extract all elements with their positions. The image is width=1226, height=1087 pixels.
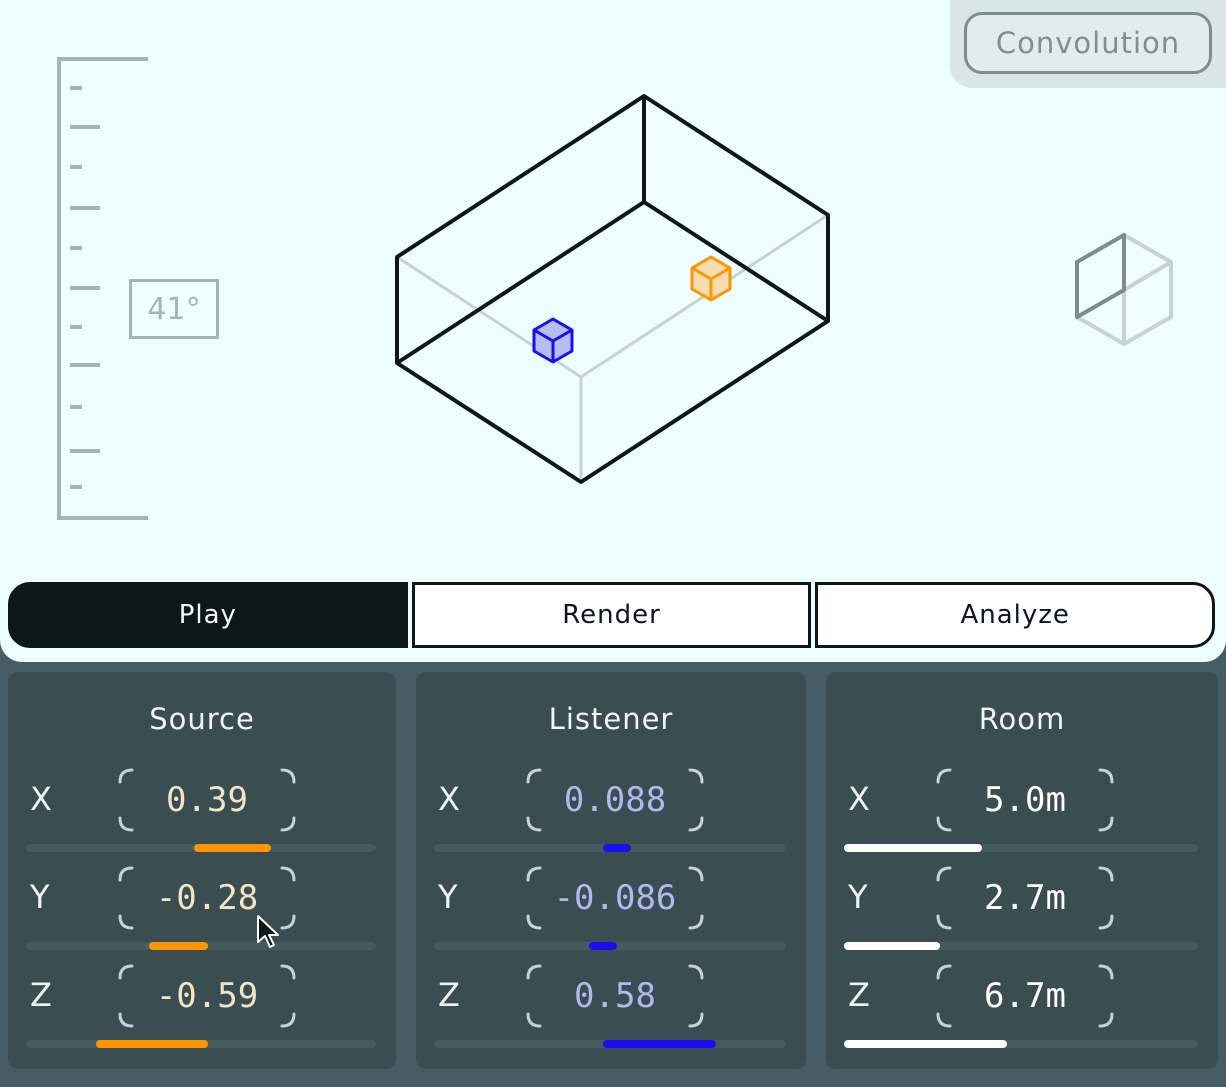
slider-fill[interactable]	[844, 844, 983, 852]
listener-z-control[interactable]: Z 0.58	[416, 964, 806, 1068]
axis-label: X	[30, 780, 52, 818]
view-orientation-cube-icon[interactable]	[1075, 233, 1173, 346]
slider-track[interactable]	[844, 942, 1198, 950]
listener-x-control[interactable]: X 0.088	[416, 768, 806, 872]
tab-analyze[interactable]: Analyze	[815, 582, 1216, 648]
slider-fill[interactable]	[96, 1040, 208, 1048]
value-text[interactable]: -0.59	[112, 962, 302, 1030]
slider-track[interactable]	[26, 844, 376, 852]
value-field[interactable]: 5.0m	[930, 766, 1120, 834]
mouse-cursor-icon	[257, 915, 279, 948]
slider-fill[interactable]	[844, 942, 940, 950]
axis-label: X	[848, 780, 870, 818]
value-field[interactable]: -0.086	[520, 864, 710, 932]
room-box-back-edges	[396, 213, 829, 482]
value-text[interactable]: 0.58	[520, 962, 710, 1030]
slider-track[interactable]	[434, 942, 786, 950]
panel-title: Source	[149, 702, 255, 736]
value-field[interactable]: 2.7m	[930, 864, 1120, 932]
source-panel: Source X 0.39 Y -0.28 Z -0.59	[8, 672, 396, 1069]
source-marker[interactable]	[690, 255, 732, 302]
room-z-control[interactable]: Z 6.7m	[826, 964, 1218, 1068]
mode-switcher: Play Render Analyze	[8, 582, 1216, 648]
value-field[interactable]: 0.088	[520, 766, 710, 834]
slider-fill[interactable]	[148, 942, 208, 950]
slider-fill[interactable]	[844, 1040, 1007, 1048]
value-text[interactable]: 2.7m	[930, 864, 1120, 932]
slider-track[interactable]	[434, 1040, 786, 1048]
panel-title: Listener	[548, 702, 674, 736]
value-field[interactable]: -0.59	[112, 962, 302, 1030]
panel-title: Room	[978, 702, 1066, 736]
axis-label: Z	[438, 976, 460, 1014]
source-y-control[interactable]: Y -0.28	[8, 866, 396, 970]
room-box[interactable]	[395, 94, 830, 484]
slider-track[interactable]	[434, 844, 786, 852]
tab-play[interactable]: Play	[8, 582, 408, 648]
axis-label: Z	[30, 976, 52, 1014]
value-field[interactable]: 0.58	[520, 962, 710, 1030]
slider-fill[interactable]	[588, 942, 618, 950]
room-x-control[interactable]: X 5.0m	[826, 768, 1218, 872]
listener-marker[interactable]	[532, 317, 574, 364]
slider-track[interactable]	[844, 1040, 1198, 1048]
value-text[interactable]: -0.086	[520, 864, 710, 932]
room-panel: Room X 5.0m Y 2.7m Z 6.7m	[826, 672, 1218, 1069]
slider-track[interactable]	[26, 942, 376, 950]
value-text[interactable]: 6.7m	[930, 962, 1120, 1030]
slider-fill[interactable]	[602, 1040, 716, 1048]
value-text[interactable]: 0.088	[520, 766, 710, 834]
room-y-control[interactable]: Y 2.7m	[826, 866, 1218, 970]
value-field[interactable]: 6.7m	[930, 962, 1120, 1030]
value-text[interactable]: 0.39	[112, 766, 302, 834]
convolution-button[interactable]: Convolution	[964, 12, 1212, 74]
tab-render[interactable]: Render	[411, 582, 812, 648]
elevation-angle-readout: 41°	[129, 279, 219, 339]
slider-fill[interactable]	[194, 844, 271, 852]
axis-label: Y	[438, 878, 458, 916]
value-field[interactable]: 0.39	[112, 766, 302, 834]
source-z-control[interactable]: Z -0.59	[8, 964, 396, 1068]
listener-y-control[interactable]: Y -0.086	[416, 866, 806, 970]
slider-track[interactable]	[844, 844, 1198, 852]
source-x-control[interactable]: X 0.39	[8, 768, 396, 872]
axis-label: X	[438, 780, 460, 818]
axis-label: Z	[848, 976, 870, 1014]
axis-label: Y	[30, 878, 50, 916]
slider-fill[interactable]	[602, 844, 632, 852]
slider-track[interactable]	[26, 1040, 376, 1048]
listener-panel: Listener X 0.088 Y -0.086 Z 0.58	[416, 672, 806, 1069]
value-text[interactable]: 5.0m	[930, 766, 1120, 834]
3d-viewport[interactable]: 41° Convolution Play Render Analyze	[0, 0, 1226, 662]
axis-label: Y	[848, 878, 868, 916]
